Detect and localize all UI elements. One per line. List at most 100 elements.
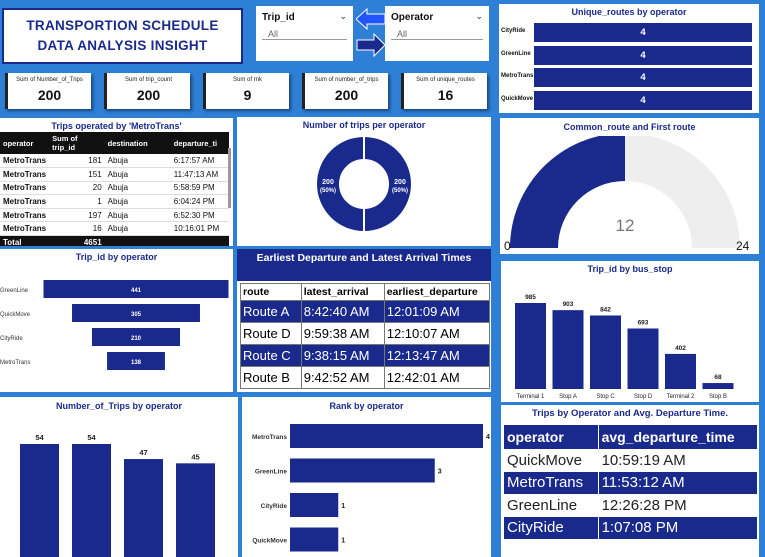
gauge-panel: Common_route and First route 12 0 24 — [500, 118, 759, 254]
table-cell: Abuja — [104, 167, 171, 182]
table-cell: 6:52:30 PM — [170, 208, 229, 223]
tripid-by-operator-title: Trip_id by operator — [75, 252, 158, 262]
table-header[interactable]: avg_departure_time — [598, 425, 759, 449]
unique-routes-rows: CityRide 4 GreenLine 4 MetroTrans 4 QuickMove 4 — [499, 21, 759, 111]
unique-routes-row: CityRide 4 — [499, 21, 759, 44]
bar[interactable] — [290, 424, 483, 448]
table-header[interactable]: operator — [0, 132, 50, 154]
trip-id-slicer-value[interactable]: All — [262, 23, 347, 40]
vertical-scrollbar[interactable] — [228, 148, 231, 208]
avg-departure-table: operator avg_departure_time QuickMove 10:5… — [504, 425, 759, 539]
title-line-2: DATA ANALYSIS INSIGHT — [37, 38, 208, 53]
table-row[interactable]: MetroTrans 181 Abuja 6:17:57 AM — [0, 154, 229, 169]
table-row[interactable]: CityRide 1:07:08 PM — [504, 516, 759, 539]
gauge-value: 12 — [616, 216, 635, 235]
table-cell: 6:04:24 PM — [170, 194, 229, 209]
category-label: QuickMove — [0, 312, 31, 318]
table-header[interactable]: destination — [104, 132, 171, 154]
table-row[interactable]: MetroTrans 11:53:12 AM — [504, 471, 759, 494]
tripid-by-operator-panel: Trip_id by operator 441 GreenLine 305 Quick… — [0, 249, 233, 392]
bar-value-label: 68 — [714, 374, 722, 381]
arrow-left-icon — [356, 8, 386, 30]
unique-routes-bar[interactable]: 4 — [534, 23, 752, 42]
category-label: GreenLine — [0, 288, 29, 294]
table-row[interactable]: MetroTrans 16 Abuja 10:16:01 PM — [0, 221, 229, 237]
earliest-departure-panel: Earliest Departure and Latest Arrival Ti… — [237, 249, 491, 392]
bar[interactable] — [176, 463, 215, 557]
bar-value-label: 1 — [341, 503, 345, 510]
table-cell: 1 — [49, 194, 105, 209]
bar[interactable] — [702, 383, 734, 389]
bar[interactable] — [290, 493, 339, 517]
table-cell — [170, 235, 229, 246]
table-cell: Route B — [240, 366, 302, 389]
table-row[interactable]: Route D 9:59:38 AM 12:10:07 AM — [240, 322, 491, 345]
unique-routes-bar[interactable]: 4 — [534, 68, 752, 87]
bar[interactable] — [590, 315, 621, 389]
table-header[interactable]: operator — [504, 425, 599, 449]
table-header[interactable]: departure_ti — [170, 132, 229, 154]
table-cell: Abuja — [104, 181, 171, 196]
table-cell: MetroTrans — [0, 181, 50, 196]
bar[interactable] — [124, 459, 163, 557]
table-row[interactable]: Route B 9:42:52 AM 12:42:01 AM — [240, 366, 491, 389]
table-cell: 12:26:28 PM — [598, 494, 759, 517]
operator-slicer-value[interactable]: All — [391, 23, 483, 40]
number-of-trips-panel: Number_of_Trips by operator 54 54 47 45 — [0, 397, 238, 557]
bar[interactable] — [665, 353, 696, 389]
total-label: Total — [0, 235, 50, 246]
bar[interactable] — [515, 303, 546, 389]
operator-slicer-label: Operator — [391, 12, 434, 23]
table-row[interactable]: GreenLine 12:26:28 PM — [504, 494, 759, 517]
unique-routes-bar[interactable]: 4 — [534, 45, 752, 65]
unique-routes-operator: CityRide — [501, 28, 526, 34]
table-row[interactable]: QuickMove 10:59:19 AM — [504, 449, 759, 472]
table-row[interactable]: MetroTrans 197 Abuja 6:52:30 PM — [0, 208, 229, 223]
bar[interactable] — [20, 444, 59, 557]
chevron-down-icon[interactable]: ⌄ — [475, 11, 483, 22]
title-line-1: TRANSPORTION SCHEDULE — [26, 18, 219, 33]
rank-by-operator-chart: 4 MetroTrans 3 GreenLine 1 CityRide 1 QuickMove — [252, 424, 490, 552]
gauge-fill[interactable] — [510, 136, 625, 248]
unique-routes-row: QuickMove 4 — [499, 89, 759, 112]
gauge-max: 24 — [736, 239, 750, 253]
table-cell: MetroTrans — [0, 167, 50, 182]
table-row[interactable]: MetroTrans 20 Abuja 5:58:59 PM — [0, 181, 229, 196]
bar-value-label: 54 — [35, 433, 44, 442]
avg-departure-title: Trips by Operator and Avg. Departure Tim… — [531, 408, 729, 419]
bar[interactable] — [72, 444, 111, 557]
bar-value-label: 402 — [675, 345, 686, 352]
bar[interactable] — [627, 328, 659, 389]
tripid-by-busstop-chart: 985 Terminal 1 903 Stop A 842 Stop C 693 Stop D… — [515, 294, 734, 400]
category-label: MetroTrans — [0, 360, 30, 366]
bar-value-label: 47 — [139, 448, 147, 457]
table-cell: 197 — [49, 208, 105, 223]
table-cell: Route D — [240, 322, 302, 345]
donut-left-value: 200 — [322, 179, 334, 186]
bar[interactable] — [290, 527, 339, 552]
table-header[interactable]: earliest_departure — [383, 283, 491, 301]
table-row[interactable]: MetroTrans 151 Abuja 11:47:13 AM — [0, 167, 229, 182]
table-row[interactable]: Route A 8:42:40 AM 12:01:09 AM — [240, 300, 491, 323]
category-label: Stop C — [596, 394, 615, 400]
kpi-card-value: 200 — [136, 87, 161, 103]
category-label: GreenLine — [255, 469, 288, 476]
table-row[interactable]: Route C 9:38:15 AM 12:13:47 AM — [240, 344, 491, 367]
operator-slicer[interactable]: Operator ⌄ All — [385, 6, 489, 61]
kpi-card-label: Sum of trip_count — [124, 77, 173, 83]
table-header[interactable]: Sum of trip_id — [49, 132, 105, 154]
table-cell: Abuja — [104, 221, 171, 237]
table-cell: MetroTrans — [0, 208, 50, 223]
chevron-down-icon[interactable]: ⌄ — [339, 11, 347, 22]
trip-id-slicer[interactable]: Trip_id ⌄ All — [256, 6, 353, 61]
table-header[interactable]: route — [240, 283, 302, 301]
kpi-card-value: 200 — [37, 87, 62, 103]
table-header[interactable]: latest_arrival — [300, 283, 385, 301]
table-cell: MetroTrans — [0, 154, 50, 169]
table-row[interactable]: MetroTrans 1 Abuja 6:04:24 PM — [0, 194, 229, 209]
bar[interactable] — [290, 458, 435, 483]
unique-routes-row: MetroTrans 4 — [499, 66, 759, 89]
table-cell: MetroTrans — [504, 471, 599, 494]
bar[interactable] — [552, 310, 584, 389]
unique-routes-bar[interactable]: 4 — [534, 90, 752, 110]
